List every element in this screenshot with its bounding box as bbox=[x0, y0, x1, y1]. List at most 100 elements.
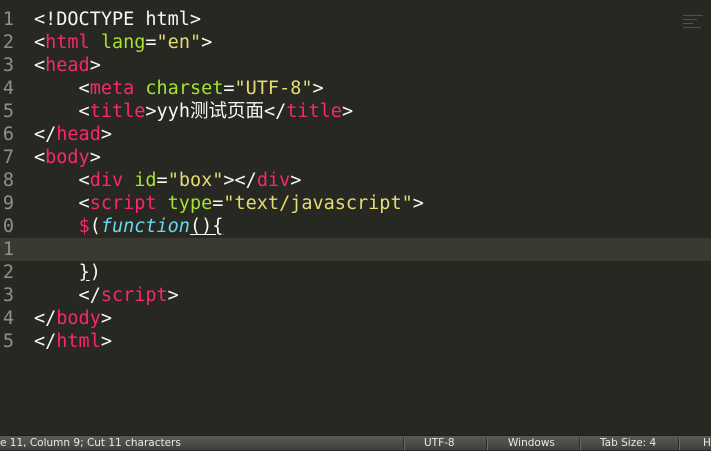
code-token: "box" bbox=[167, 170, 224, 191]
code-text: </body> bbox=[34, 307, 112, 330]
code-token: > bbox=[89, 147, 101, 168]
code-token: = bbox=[145, 32, 157, 53]
line-number: 9 bbox=[2, 193, 14, 214]
code-token: > bbox=[100, 124, 112, 145]
line-number: 2 bbox=[2, 32, 14, 53]
code-token: >yyh测试页面</ bbox=[145, 101, 287, 122]
line-number: 5 bbox=[2, 101, 14, 122]
code-token: > bbox=[290, 170, 302, 191]
code-token: > bbox=[312, 78, 324, 99]
code-token: charset bbox=[145, 78, 224, 99]
code-line[interactable]: 1 bbox=[0, 238, 711, 261]
line-number: 1 bbox=[2, 9, 14, 30]
code-token: function bbox=[100, 216, 190, 237]
encoding-status[interactable]: UTF-8 bbox=[424, 436, 455, 451]
code-line[interactable]: 4 <meta charset="UTF-8"> bbox=[0, 77, 711, 100]
code-token: ></ bbox=[223, 170, 257, 191]
code-token: title bbox=[286, 101, 342, 122]
code-line[interactable]: 6 </head> bbox=[0, 123, 711, 146]
code-token: = bbox=[223, 78, 235, 99]
tab-size-status[interactable]: Tab Size: 4 bbox=[600, 436, 656, 451]
code-token: > bbox=[89, 55, 101, 76]
code-text: <body> bbox=[34, 146, 101, 169]
status-divider bbox=[579, 438, 580, 450]
code-token: title bbox=[89, 101, 146, 122]
line-endings-status[interactable]: Windows bbox=[508, 436, 555, 451]
code-token: $ bbox=[78, 216, 90, 237]
code-token: } bbox=[78, 262, 90, 283]
code-token: </ bbox=[34, 285, 101, 306]
code-token: "en" bbox=[156, 32, 202, 53]
code-line[interactable]: 2 <html lang="en"> bbox=[0, 31, 711, 54]
code-text: </script> bbox=[34, 284, 179, 307]
code-line[interactable]: 5 </html> bbox=[0, 330, 711, 353]
code-token: "UTF-8" bbox=[234, 78, 313, 99]
syntax-status[interactable]: H bbox=[703, 436, 711, 451]
code-token: html bbox=[45, 32, 90, 53]
code-token: </ bbox=[34, 331, 57, 352]
code-text: <script type="text/javascript"> bbox=[34, 192, 424, 215]
minimap[interactable] bbox=[683, 12, 709, 52]
code-text: $(function(){ bbox=[34, 215, 224, 238]
code-token: < bbox=[34, 32, 46, 53]
line-number: 0 bbox=[2, 216, 14, 237]
code-text: </head> bbox=[34, 123, 112, 146]
code-token: <!DOCTYPE html> bbox=[34, 9, 202, 30]
code-token: body bbox=[45, 147, 90, 168]
code-line[interactable]: 4 </body> bbox=[0, 307, 711, 330]
code-line[interactable]: 0 $(function(){ bbox=[0, 215, 711, 238]
code-token: > bbox=[341, 101, 354, 122]
code-token: < bbox=[34, 78, 90, 99]
code-text: <html lang="en"> bbox=[34, 31, 212, 54]
code-token: > bbox=[412, 193, 424, 214]
code-line[interactable]: 3 </script> bbox=[0, 284, 711, 307]
code-token: type bbox=[167, 193, 213, 214]
code-editor[interactable]: 1 <!DOCTYPE html> 2 <html lang="en"> 3 <head>… bbox=[0, 0, 711, 435]
code-token: div bbox=[89, 170, 124, 191]
code-line[interactable]: 3 <head> bbox=[0, 54, 711, 77]
code-token: id bbox=[134, 170, 157, 191]
code-token: html bbox=[56, 331, 101, 352]
status-divider bbox=[678, 438, 679, 450]
code-token: > bbox=[100, 308, 112, 329]
line-number: 8 bbox=[2, 170, 14, 191]
code-token: = bbox=[212, 193, 224, 214]
code-token: body bbox=[56, 308, 101, 329]
code-token: script bbox=[89, 193, 157, 214]
code-text: <!DOCTYPE html> bbox=[34, 8, 201, 31]
code-text: <title>yyh测试页面</title> bbox=[34, 100, 354, 123]
code-line[interactable]: 9 <script type="text/javascript"> bbox=[0, 192, 711, 215]
status-divider bbox=[403, 438, 404, 450]
code-token: > bbox=[167, 285, 179, 306]
code-token: lang bbox=[100, 32, 146, 53]
code-token: </ bbox=[34, 308, 57, 329]
line-number: 3 bbox=[2, 55, 14, 76]
code-token: (){ bbox=[189, 216, 224, 237]
line-number: 7 bbox=[2, 147, 14, 168]
code-line[interactable]: 2 }) bbox=[0, 261, 711, 284]
code-token: < bbox=[34, 55, 46, 76]
code-token: > bbox=[100, 331, 112, 352]
code-line[interactable]: 1 <!DOCTYPE html> bbox=[0, 8, 711, 31]
code-line[interactable]: 8 <div id="box"></div> bbox=[0, 169, 711, 192]
code-token: meta bbox=[89, 78, 135, 99]
code-token: "text/javascript" bbox=[223, 193, 413, 214]
line-number: 3 bbox=[2, 285, 14, 306]
code-token: < bbox=[34, 147, 46, 168]
code-text: <meta charset="UTF-8"> bbox=[34, 77, 324, 100]
code-token: ) bbox=[89, 262, 101, 283]
code-text: <head> bbox=[34, 54, 101, 77]
code-token: div bbox=[256, 170, 291, 191]
code-text: </html> bbox=[34, 330, 112, 353]
code-token: head bbox=[45, 55, 90, 76]
status-bar: e 11, Column 9; Cut 11 characters UTF-8 … bbox=[0, 435, 711, 450]
code-line[interactable]: 5 <title>yyh测试页面</title> bbox=[0, 100, 711, 123]
code-token: < bbox=[34, 101, 90, 122]
code-token: < bbox=[34, 170, 90, 191]
code-text: }) bbox=[34, 261, 101, 284]
code-line[interactable]: 7 <body> bbox=[0, 146, 711, 169]
